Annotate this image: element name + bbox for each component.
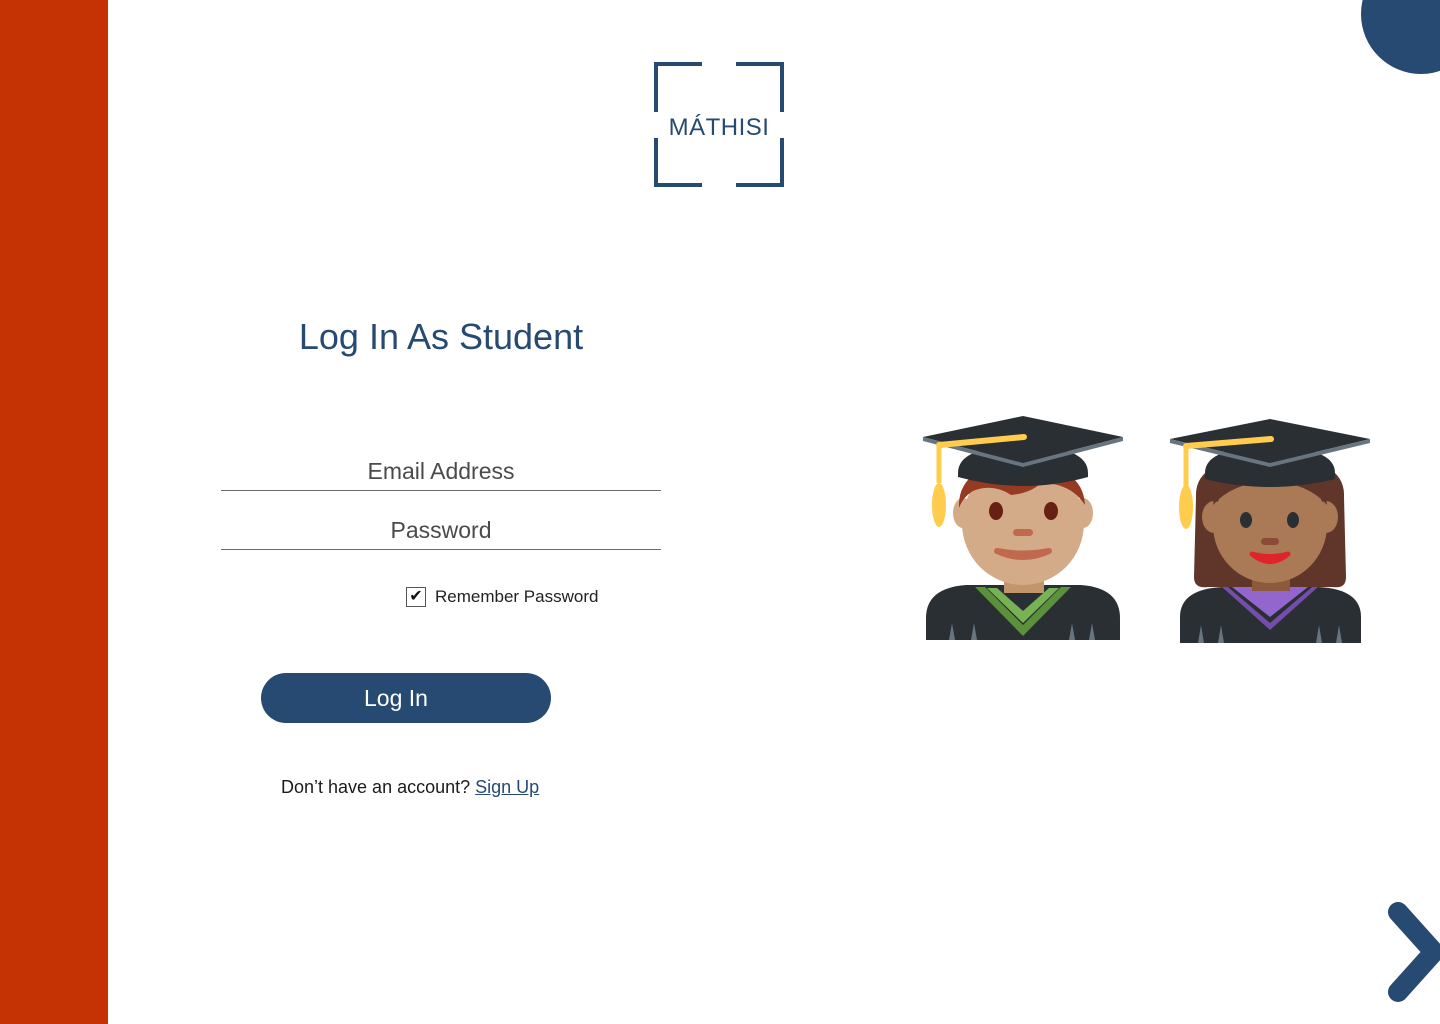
corner-decoration-circle [1361, 0, 1440, 74]
mathisi-logo: MÁTHISI [652, 60, 786, 190]
signup-prompt-text: Don’t have an account? [281, 777, 471, 797]
remember-password-label: Remember Password [435, 587, 599, 606]
remember-password-checkbox[interactable]: ✔ [406, 587, 426, 607]
password-input[interactable] [221, 512, 661, 550]
signup-link[interactable]: Sign Up [475, 777, 539, 797]
remember-password-row: ✔ Remember Password [406, 586, 598, 608]
chevron-right-icon[interactable] [1386, 900, 1440, 1004]
checkmark-icon: ✔ [409, 588, 423, 605]
side-accent-stripe [0, 0, 108, 1024]
login-button[interactable]: Log In [261, 673, 551, 723]
woman-student-icon [1170, 419, 1370, 643]
man-student-icon [923, 416, 1123, 640]
logo-text: MÁTHISI [668, 114, 770, 141]
signup-prompt: Don’t have an account? Sign Up [281, 777, 539, 798]
email-input[interactable] [221, 453, 661, 491]
page-title: Log In As Student [298, 316, 584, 357]
